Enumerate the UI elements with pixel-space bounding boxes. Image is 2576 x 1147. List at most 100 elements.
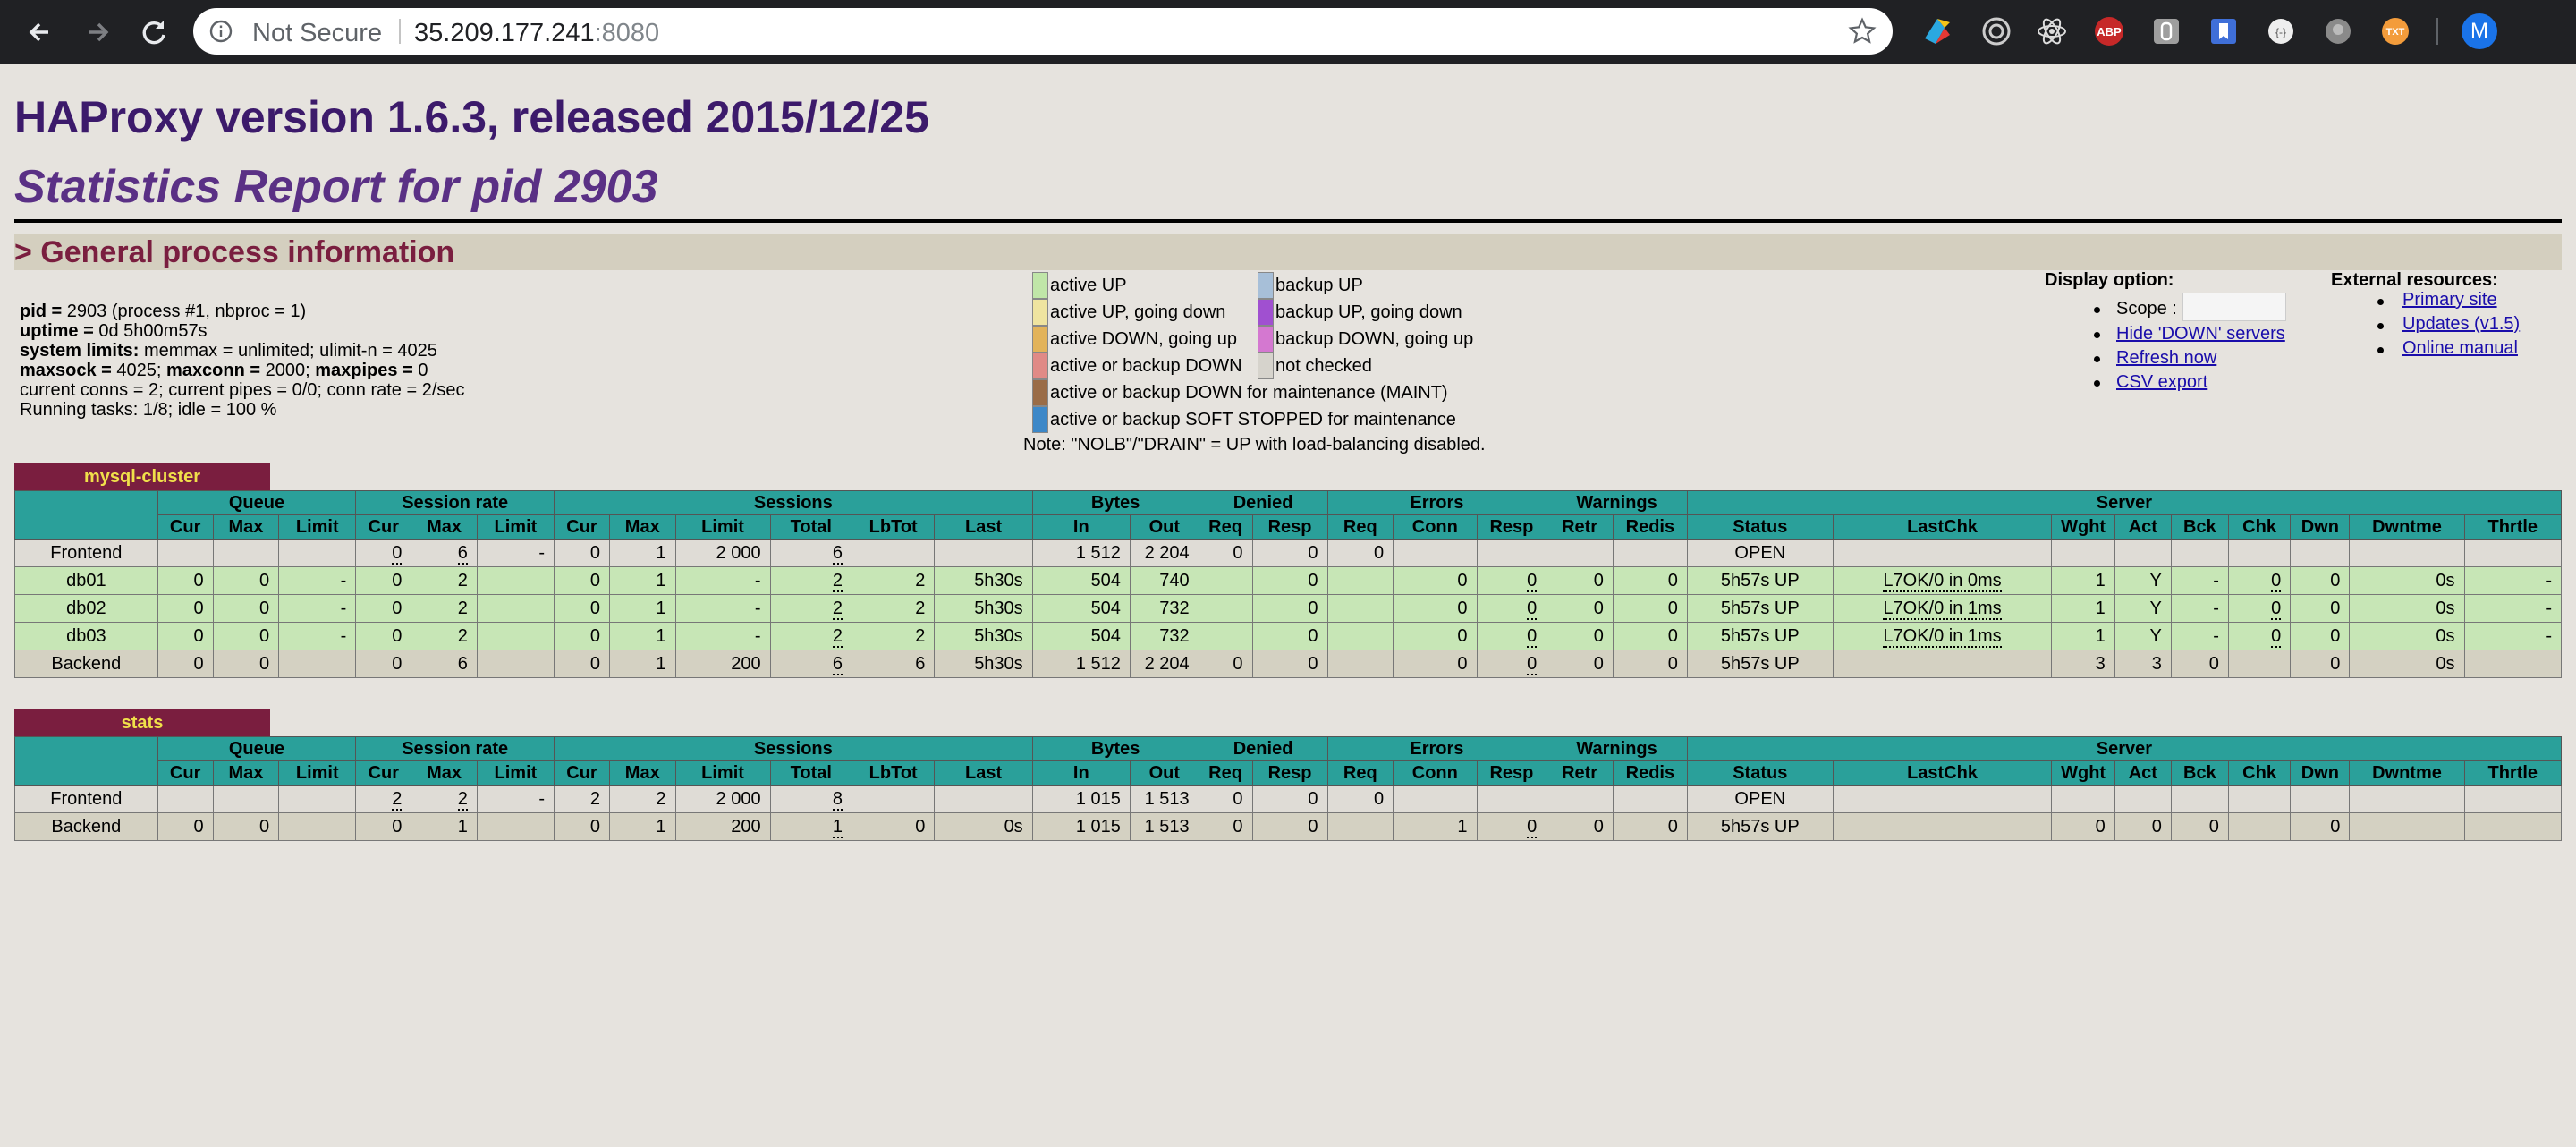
row-name[interactable]: Frontend: [50, 543, 122, 563]
table-cell-value: -: [2213, 598, 2219, 618]
table-cell: 1 512: [1031, 539, 1131, 567]
column-header: Dwntme: [2349, 514, 2465, 540]
table-cell-value: -: [538, 542, 545, 563]
table-cell: [1326, 566, 1394, 595]
refresh-now-link[interactable]: Refresh now: [2116, 348, 2216, 369]
row-name[interactable]: Backend: [51, 654, 121, 674]
table-cell: [2349, 812, 2465, 841]
row-name[interactable]: Frontend: [50, 789, 122, 809]
star-icon[interactable]: [1848, 17, 1877, 50]
column-group-header: Warnings: [1546, 736, 1688, 761]
column-header: Redis: [1612, 760, 1688, 786]
row-name[interactable]: db02: [66, 599, 106, 618]
table-cell-value: 1: [2095, 625, 2106, 646]
extension-icon-7[interactable]: {-}: [2263, 13, 2299, 49]
legend-swatch: [1258, 299, 1274, 326]
column-group-header: Session rate: [355, 490, 555, 515]
column-header: Redis: [1612, 514, 1688, 540]
table-cell-value: 504: [1090, 625, 1121, 646]
svg-text:{-}: {-}: [2275, 26, 2286, 38]
table-cell: 0: [1251, 622, 1328, 650]
table-cell-value: 2 000: [716, 788, 761, 809]
table-cell: [2114, 785, 2172, 813]
table-cell-value: 2 204: [1144, 542, 1190, 563]
scope-input[interactable]: [2182, 293, 2286, 321]
extension-icon-1[interactable]: [1919, 13, 1955, 49]
hide-down-servers-link[interactable]: Hide 'DOWN' servers: [2116, 324, 2285, 344]
extension-icon-4[interactable]: ABP: [2091, 13, 2127, 49]
row-name[interactable]: db03: [66, 626, 106, 646]
header-blank: [14, 736, 158, 786]
extension-icon-2[interactable]: [1979, 13, 2014, 49]
proxy-name[interactable]: stats: [14, 709, 270, 736]
forward-icon[interactable]: [79, 13, 118, 52]
reload-icon[interactable]: [134, 13, 174, 52]
column-group-header: Bytes: [1031, 490, 1199, 515]
column-header: Cur: [355, 760, 412, 786]
table-cell: [1612, 539, 1688, 567]
table-cell: 0: [1612, 622, 1688, 650]
table-cell: 0: [1198, 650, 1253, 678]
table-cell-value: 0: [2271, 598, 2282, 620]
info-icon[interactable]: [209, 20, 233, 47]
address-bar[interactable]: Not Secure 35.209.177.241:8080: [193, 8, 1893, 55]
primary-site-link[interactable]: Primary site: [2402, 290, 2497, 310]
table-cell: 5h57s UP: [1686, 650, 1834, 678]
bullet-icon: [2094, 356, 2100, 362]
legend-label: active or backup SOFT STOPPED for mainte…: [1050, 410, 1456, 429]
table-cell: -: [278, 566, 357, 595]
column-header: LastChk: [1832, 514, 2053, 540]
table-cell: [1326, 622, 1394, 650]
legend-swatch: [1032, 406, 1048, 433]
legend-swatch: [1258, 326, 1274, 353]
row-name[interactable]: db01: [66, 571, 106, 590]
table-row: db03 0 0 - 0 2 0 1 - 2 2 5h30s 504 732 0 0 0 0 0 5h57s UP L7…: [14, 622, 2563, 650]
online-manual-link[interactable]: Online manual: [2402, 338, 2518, 359]
table-cell-value: 0: [1667, 625, 1678, 646]
table-row: db02 0 0 - 0 2 0 1 - 2 2 5h30s 504 732 0 0 0 0 0 5h57s UP L7…: [14, 594, 2563, 623]
table-cell: 2: [769, 566, 852, 595]
table-cell: 0: [1326, 785, 1394, 813]
table-cell: [2227, 812, 2292, 841]
column-group-header: Denied: [1198, 490, 1328, 515]
url-text[interactable]: 35.209.177.241:8080: [414, 19, 659, 48]
table-cell: 0: [1251, 785, 1328, 813]
table-cell: 2: [851, 622, 936, 650]
table-cell-value: 1 512: [1075, 653, 1121, 674]
row-name[interactable]: Backend: [51, 817, 121, 837]
back-icon[interactable]: [20, 13, 59, 52]
table-cell-value: 0: [2330, 598, 2341, 618]
legend-label: active or backup DOWN for maintenance (M…: [1050, 383, 1448, 403]
table-cell-value: 0: [1593, 570, 1604, 590]
table-cell: 1: [769, 812, 852, 841]
maxconn-key: maxconn =: [166, 361, 266, 380]
extension-icon-5[interactable]: [2148, 13, 2184, 49]
table-cell-value: 1 513: [1144, 788, 1190, 809]
column-group-header: Queue: [157, 490, 357, 515]
table-cell-value: 0: [193, 816, 204, 837]
table-cell-value: 0s: [2436, 598, 2455, 618]
table-cell: 2 000: [674, 539, 771, 567]
table-cell: 0: [1546, 650, 1614, 678]
legend-swatch: [1032, 379, 1048, 406]
column-header: In: [1031, 514, 1131, 540]
table-cell: 2: [769, 622, 852, 650]
extension-icon-9[interactable]: TXT: [2377, 13, 2413, 49]
table-cell-value: 0: [2208, 816, 2219, 837]
table-cell: 0: [1393, 566, 1478, 595]
column-group-header: Session rate: [355, 736, 555, 761]
updates-link[interactable]: Updates (v1.5): [2402, 314, 2520, 335]
extension-icon-8[interactable]: [2320, 13, 2356, 49]
table-cell: 0s: [2349, 650, 2465, 678]
csv-export-link[interactable]: CSV export: [2116, 372, 2207, 393]
proxy-name[interactable]: mysql-cluster: [14, 463, 270, 490]
table-cell: 504: [1031, 622, 1131, 650]
table-cell: 2: [851, 566, 936, 595]
table-cell-value: 5h57s UP: [1720, 598, 1800, 618]
extension-icon-6[interactable]: [2206, 13, 2241, 49]
column-header: Resp: [1476, 760, 1547, 786]
table-cell: [2463, 812, 2563, 841]
profile-avatar[interactable]: M: [2462, 13, 2497, 49]
extension-icon-3[interactable]: [2034, 13, 2070, 49]
column-header: Status: [1686, 760, 1834, 786]
